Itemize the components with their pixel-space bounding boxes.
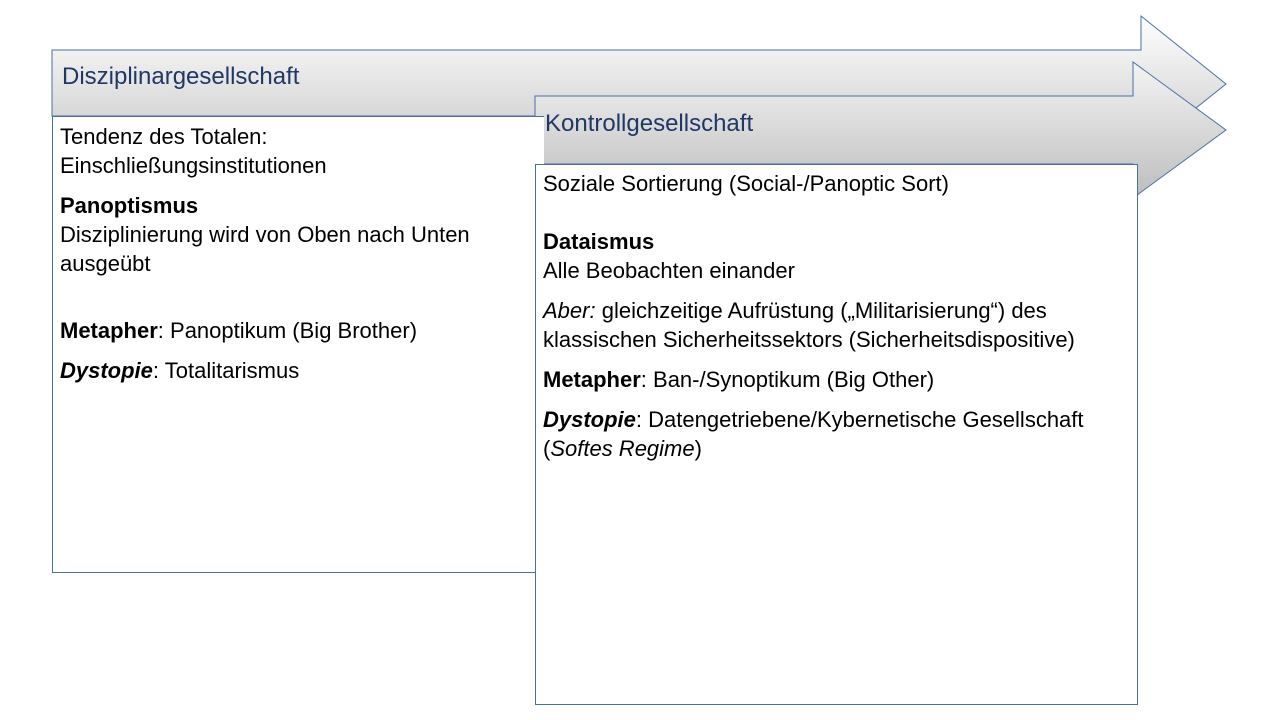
metapher-text: : Panoptikum (Big Brother) xyxy=(157,318,418,343)
metapher-label: Metapher xyxy=(60,318,158,343)
disziplinar-dystopie: Dystopie: Totalitarismus xyxy=(60,356,530,385)
kontroll-title: Kontrollgesellschaft xyxy=(545,110,754,137)
disziplinar-tendenz: Tendenz des Totalen: Einschließungsinsti… xyxy=(60,122,530,180)
kontroll-dystopie: Dystopie: Datengetriebene/Kybernetische … xyxy=(543,405,1133,463)
panoptismus-label: Panoptismus xyxy=(60,193,199,218)
kontroll-metapher: Metapher: Ban-/Synoptikum (Big Other) xyxy=(543,365,1133,394)
sortierung-text: Soziale Sortierung (Social-/Panoptic Sor… xyxy=(543,171,949,196)
panoptismus-text: Disziplinierung wird von Oben nach Unten… xyxy=(60,222,470,276)
kontroll-metapher-label: Metapher xyxy=(543,367,641,392)
dystopie-text: : Totalitarismus xyxy=(152,358,300,383)
kontroll-metapher-text: : Ban-/Synoptikum (Big Other) xyxy=(640,367,935,392)
tendenz-line1: Tendenz des Totalen: xyxy=(60,124,268,149)
disziplinar-title: Disziplinargesellschaft xyxy=(62,63,300,90)
dataismus-label: Dataismus xyxy=(543,229,655,254)
disziplinar-metapher: Metapher: Panoptikum (Big Brother) xyxy=(60,316,530,345)
kontroll-sortierung: Soziale Sortierung (Social-/Panoptic Sor… xyxy=(543,169,1133,198)
dystopie-label: Dystopie xyxy=(60,358,153,383)
kontroll-dataismus: Dataismus Alle Beobachten einander xyxy=(543,227,1133,285)
kontroll-dystopie-label: Dystopie xyxy=(543,407,636,432)
kontroll-dystopie-italic: Softes Regime xyxy=(550,436,695,461)
tendenz-line2: Einschließungsinstitutionen xyxy=(60,153,327,178)
kontroll-content: Soziale Sortierung (Social-/Panoptic Sor… xyxy=(543,169,1133,474)
aber-label: Aber: xyxy=(543,298,596,323)
kontroll-aber: Aber: gleichzeitige Aufrüstung („Militar… xyxy=(543,296,1133,354)
disziplinar-content: Tendenz des Totalen: Einschließungsinsti… xyxy=(60,122,530,396)
dataismus-text: Alle Beobachten einander xyxy=(543,258,795,283)
kontroll-dystopie-text2: ) xyxy=(694,436,702,461)
disziplinar-panoptismus: Panoptismus Disziplinierung wird von Obe… xyxy=(60,191,530,278)
aber-text: gleichzeitige Aufrüstung („Militarisieru… xyxy=(543,298,1075,352)
